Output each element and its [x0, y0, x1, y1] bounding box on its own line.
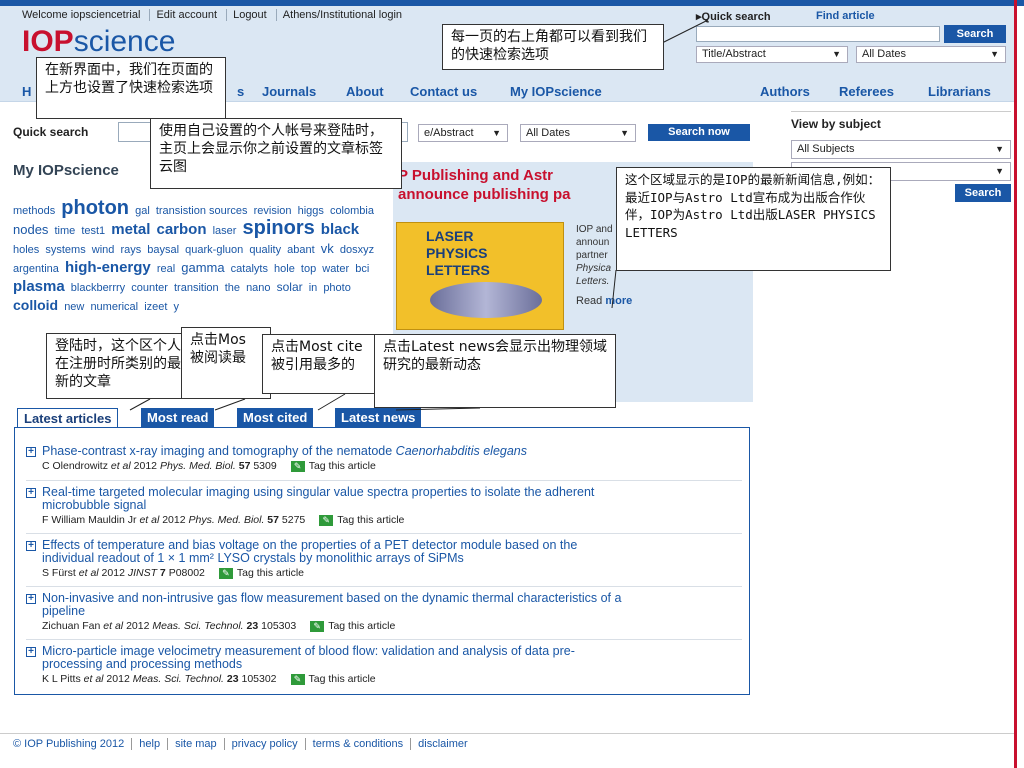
- callout-most-cited: 点击Most cite 被引用最多的: [262, 334, 384, 394]
- callout-most-read: 点击Mos 被阅读最: [181, 327, 271, 399]
- callout-most-cited-line1: 点击Most cite: [271, 339, 363, 355]
- callout-most-read-line1: 点击Mos: [190, 332, 246, 348]
- callout-new-interface: 在新界面中，我们在页面的上方也设置了快速检索选项: [36, 57, 226, 119]
- callout-latest-news: 点击Latest news会显示出物理领域研究的最新动态: [374, 334, 616, 408]
- callout-news: 这个区域显示的是IOP的最新新闻信息,例如：最近IOP与Astro Ltd宣布成…: [616, 167, 891, 271]
- callout-tag-cloud: 使用自己设置的个人帐号来登陆时，主页上会显示你之前设置的文章标签云图: [150, 118, 402, 189]
- callout-latest-articles: 登陆时，这个区个人在注册时所类别的最新的文章: [46, 333, 196, 399]
- callout-most-read-line2: 被阅读最: [190, 350, 246, 366]
- callout-quick-search: 每一页的右上角都可以看到我们的快速检索选项: [442, 24, 664, 70]
- callout-most-cited-line2: 被引用最多的: [271, 357, 355, 373]
